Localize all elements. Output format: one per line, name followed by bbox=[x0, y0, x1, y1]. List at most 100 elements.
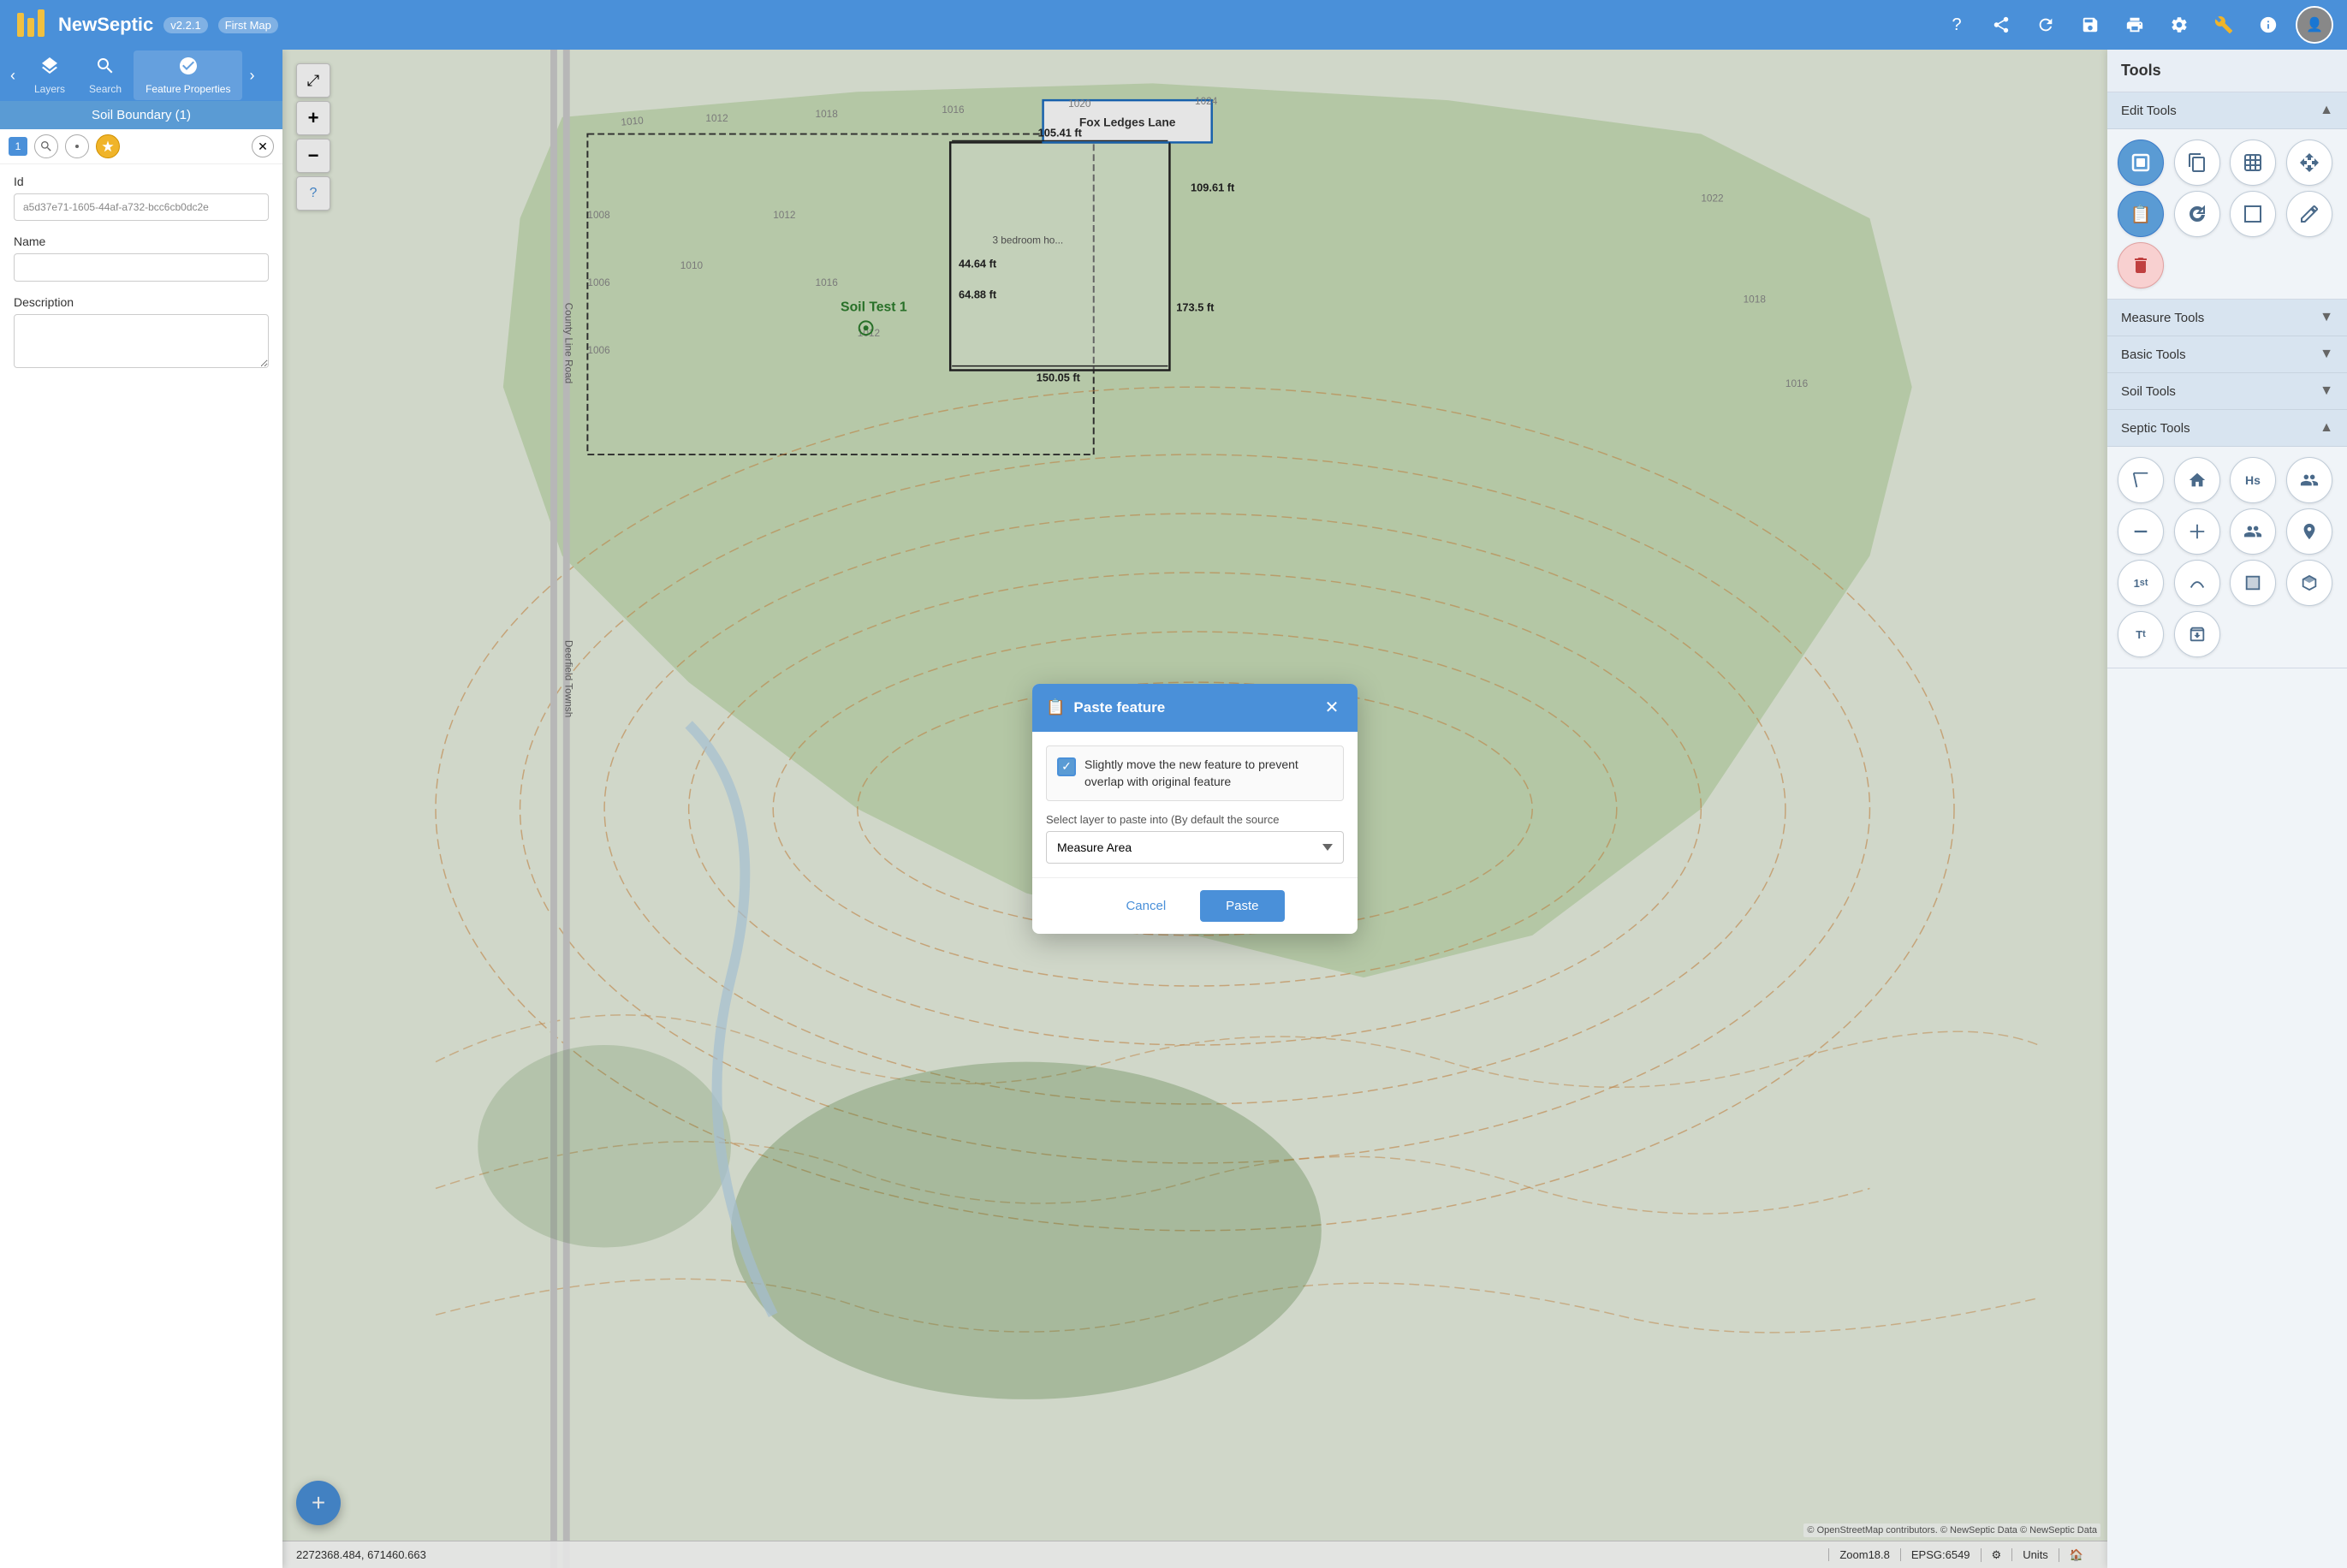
close-feature-btn[interactable]: ✕ bbox=[252, 135, 274, 157]
paste-icon: 📋 bbox=[1046, 698, 1065, 716]
zoom-to-btn[interactable] bbox=[34, 134, 58, 158]
logo-icon bbox=[14, 6, 51, 44]
septic-tool-1st[interactable]: 1st bbox=[2118, 560, 2164, 606]
rotate-tool-btn[interactable] bbox=[2174, 191, 2220, 237]
septic-tools-section[interactable]: Septic Tools ▲ bbox=[2107, 410, 2347, 447]
modal-title: Paste feature bbox=[1073, 699, 1311, 716]
description-label: Description bbox=[14, 295, 269, 309]
septic-tools-grid: Hs 1st bbox=[2118, 457, 2337, 657]
avatar-placeholder: 👤 bbox=[2297, 8, 2332, 42]
main-content: ‹ Layers Search Feature Properties › bbox=[0, 50, 2347, 1568]
soil-tools-label: Soil Tools bbox=[2121, 384, 2320, 399]
search-tab-icon bbox=[95, 56, 116, 81]
septic-tool-1[interactable] bbox=[2118, 457, 2164, 503]
share-button[interactable] bbox=[1984, 8, 2018, 42]
septic-tool-pipe[interactable] bbox=[2118, 508, 2164, 555]
name-field-group: Name bbox=[14, 235, 269, 282]
checkbox-row: ✓ Slightly move the new feature to preve… bbox=[1046, 745, 1344, 801]
map-area[interactable]: Fox Ledges Lane bbox=[282, 50, 2107, 1568]
sidebar-prev-button[interactable]: ‹ bbox=[3, 63, 22, 88]
delete-tool-btn[interactable] bbox=[2118, 242, 2164, 288]
edit-vertices-btn[interactable] bbox=[2286, 191, 2332, 237]
feature-panel: Soil Boundary (1) 1 ✕ Id bbox=[0, 101, 282, 1568]
save-button[interactable] bbox=[2073, 8, 2107, 42]
septic-tool-tt[interactable]: Tt bbox=[2118, 611, 2164, 657]
copy-tool-btn[interactable] bbox=[2174, 140, 2220, 186]
layers-tab-label: Layers bbox=[34, 83, 65, 95]
modal-footer: Cancel Paste bbox=[1032, 877, 1358, 934]
print-button[interactable] bbox=[2118, 8, 2152, 42]
paste-tool-btn[interactable]: 📋 bbox=[2118, 191, 2164, 237]
feature-item-row: 1 ✕ bbox=[0, 129, 282, 164]
center-btn[interactable] bbox=[65, 134, 89, 158]
paste-button[interactable]: Paste bbox=[1200, 890, 1284, 922]
map-name-badge[interactable]: First Map bbox=[218, 17, 278, 33]
septic-tools-content: Hs 1st bbox=[2107, 447, 2347, 668]
id-label: Id bbox=[14, 175, 269, 188]
modal-header: 📋 Paste feature ✕ bbox=[1032, 684, 1358, 732]
septic-tool-house[interactable] bbox=[2174, 457, 2220, 503]
feature-layer-header: Soil Boundary (1) bbox=[0, 101, 282, 129]
settings-button[interactable] bbox=[2162, 8, 2196, 42]
move-tool-btn[interactable] bbox=[2286, 140, 2332, 186]
refresh-button[interactable] bbox=[2029, 8, 2063, 42]
modal-overlay: 📋 Paste feature ✕ ✓ Slightly move the ne… bbox=[282, 50, 2107, 1568]
septic-tool-people[interactable] bbox=[2286, 457, 2332, 503]
septic-tool-hs[interactable]: Hs bbox=[2230, 457, 2276, 503]
measure-tools-section[interactable]: Measure Tools ▼ bbox=[2107, 300, 2347, 336]
feature-props-tab-icon bbox=[178, 56, 199, 81]
septic-tool-archive[interactable] bbox=[2174, 611, 2220, 657]
basic-tools-section[interactable]: Basic Tools ▼ bbox=[2107, 336, 2347, 373]
description-input[interactable] bbox=[14, 314, 269, 368]
overlap-checkbox[interactable]: ✓ bbox=[1057, 757, 1076, 776]
septic-tool-area[interactable] bbox=[2230, 560, 2276, 606]
select-area-btn[interactable] bbox=[2230, 140, 2276, 186]
layer-select[interactable]: Measure Area Soil Boundary Septic Layout bbox=[1046, 831, 1344, 864]
tools-header: Tools bbox=[2107, 50, 2347, 92]
name-label: Name bbox=[14, 235, 269, 248]
id-field-group: Id bbox=[14, 175, 269, 221]
septic-tool-junction[interactable] bbox=[2230, 508, 2276, 555]
sidebar-tab-feature-props[interactable]: Feature Properties bbox=[134, 50, 242, 100]
right-tools-panel: Tools Edit Tools ▲ bbox=[2107, 50, 2347, 1568]
select-tool-btn[interactable] bbox=[2118, 140, 2164, 186]
modal-close-btn[interactable]: ✕ bbox=[1320, 696, 1344, 720]
sidebar-next-button[interactable]: › bbox=[242, 63, 261, 88]
version-badge: v2.2.1 bbox=[163, 17, 207, 33]
navbar: NewSeptic v2.2.1 First Map ? 👤 bbox=[0, 0, 2347, 50]
help-button[interactable]: ? bbox=[1940, 8, 1974, 42]
edit-tools-chevron: ▲ bbox=[2320, 103, 2333, 118]
edit-tools-content: 📋 bbox=[2107, 129, 2347, 300]
modal-body: ✓ Slightly move the new feature to preve… bbox=[1032, 732, 1358, 877]
check-mark: ✓ bbox=[1061, 759, 1072, 774]
sidebar-tab-search[interactable]: Search bbox=[77, 50, 134, 100]
description-field-group: Description bbox=[14, 295, 269, 372]
cancel-button[interactable]: Cancel bbox=[1105, 890, 1186, 922]
feature-fields: Id Name Description bbox=[0, 164, 282, 396]
id-input[interactable] bbox=[14, 193, 269, 221]
tools-button[interactable] bbox=[2207, 8, 2241, 42]
feature-item-num: 1 bbox=[9, 137, 27, 156]
edit-tools-section[interactable]: Edit Tools ▲ bbox=[2107, 92, 2347, 129]
app-logo: NewSeptic bbox=[14, 6, 153, 44]
septic-tool-3d[interactable] bbox=[2286, 560, 2332, 606]
select-label: Select layer to paste into (By default t… bbox=[1046, 813, 1344, 826]
septic-tool-marker[interactable] bbox=[2286, 508, 2332, 555]
feature-props-tab-label: Feature Properties bbox=[146, 83, 230, 95]
septic-tools-label: Septic Tools bbox=[2121, 421, 2320, 436]
sidebar-tab-layers[interactable]: Layers bbox=[22, 50, 77, 100]
avatar-button[interactable]: 👤 bbox=[2296, 6, 2333, 44]
soil-tools-section[interactable]: Soil Tools ▼ bbox=[2107, 373, 2347, 410]
septic-tool-distribute[interactable] bbox=[2174, 508, 2220, 555]
name-input[interactable] bbox=[14, 253, 269, 282]
app-title: NewSeptic bbox=[58, 14, 153, 36]
septic-tools-chevron: ▲ bbox=[2320, 420, 2333, 436]
basic-tools-label: Basic Tools bbox=[2121, 347, 2320, 362]
left-sidebar: ‹ Layers Search Feature Properties › bbox=[0, 50, 282, 1568]
scale-tool-btn[interactable] bbox=[2230, 191, 2276, 237]
info-button[interactable] bbox=[2251, 8, 2285, 42]
highlight-btn[interactable] bbox=[96, 134, 120, 158]
septic-tool-curve[interactable] bbox=[2174, 560, 2220, 606]
edit-tools-label: Edit Tools bbox=[2121, 104, 2320, 118]
search-tab-label: Search bbox=[89, 83, 122, 95]
